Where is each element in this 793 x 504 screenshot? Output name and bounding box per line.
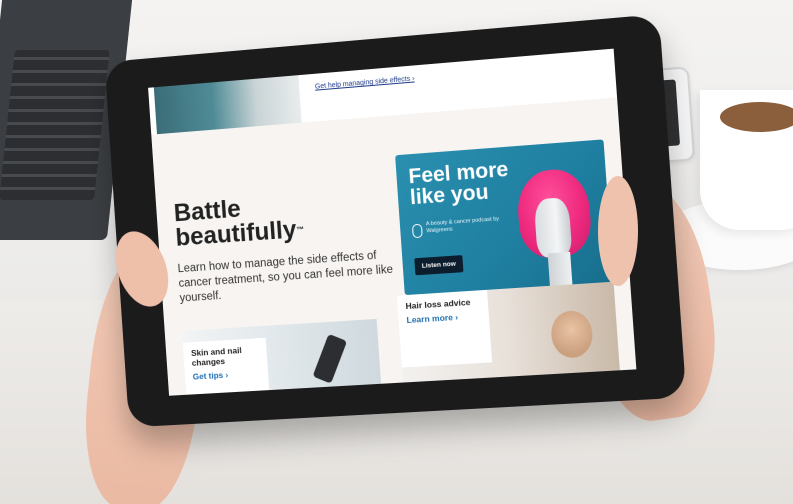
hero-title-line2: beautifully™ <box>175 216 305 252</box>
get-tips-link[interactable]: Get tips › <box>192 368 260 382</box>
promo-title: Feel more like you <box>407 157 510 210</box>
phone-in-hand-image <box>312 333 348 384</box>
coffee <box>720 102 793 132</box>
skin-nail-card-label: Skin and nail changes Get tips › <box>182 337 270 396</box>
listen-now-button[interactable]: Listen now <box>414 255 464 276</box>
podcast-promo[interactable]: Feel more like you A beauty & cancer pod… <box>395 139 614 296</box>
side-effects-link[interactable]: Get help managing side effects › <box>315 75 415 90</box>
right-fingers <box>598 176 638 286</box>
coffee-cup <box>700 90 793 230</box>
hero-title: Battle beautifully™ <box>173 192 305 252</box>
microphone-icon <box>411 223 423 239</box>
trademark-symbol: ™ <box>296 224 305 235</box>
top-strip: Get help managing side effects › <box>148 48 618 135</box>
skin-nail-card[interactable]: Skin and nail changes Get tips › <box>181 318 382 396</box>
top-banner-image <box>153 75 302 135</box>
promo-subtitle: A beauty & cancer podcast by Walgreens <box>425 216 500 235</box>
hair-loss-card-label: Hair loss advice Learn more › <box>396 289 493 368</box>
tablet-screen: Get help managing side effects › Battle … <box>148 48 637 396</box>
laptop-keyboard <box>0 50 110 200</box>
woman-portrait-image <box>549 309 595 359</box>
hair-loss-card-title: Hair loss advice <box>405 296 471 312</box>
learn-more-link[interactable]: Learn more › <box>406 310 481 325</box>
mannequin-neck-image <box>547 251 573 286</box>
hair-loss-card[interactable]: Hair loss advice Learn more › <box>396 281 621 386</box>
hero-description: Learn how to manage the side effects of … <box>177 249 394 305</box>
skin-nail-card-title: Skin and nail changes <box>190 345 242 368</box>
photo-scene: Get help managing side effects › Battle … <box>0 0 793 504</box>
